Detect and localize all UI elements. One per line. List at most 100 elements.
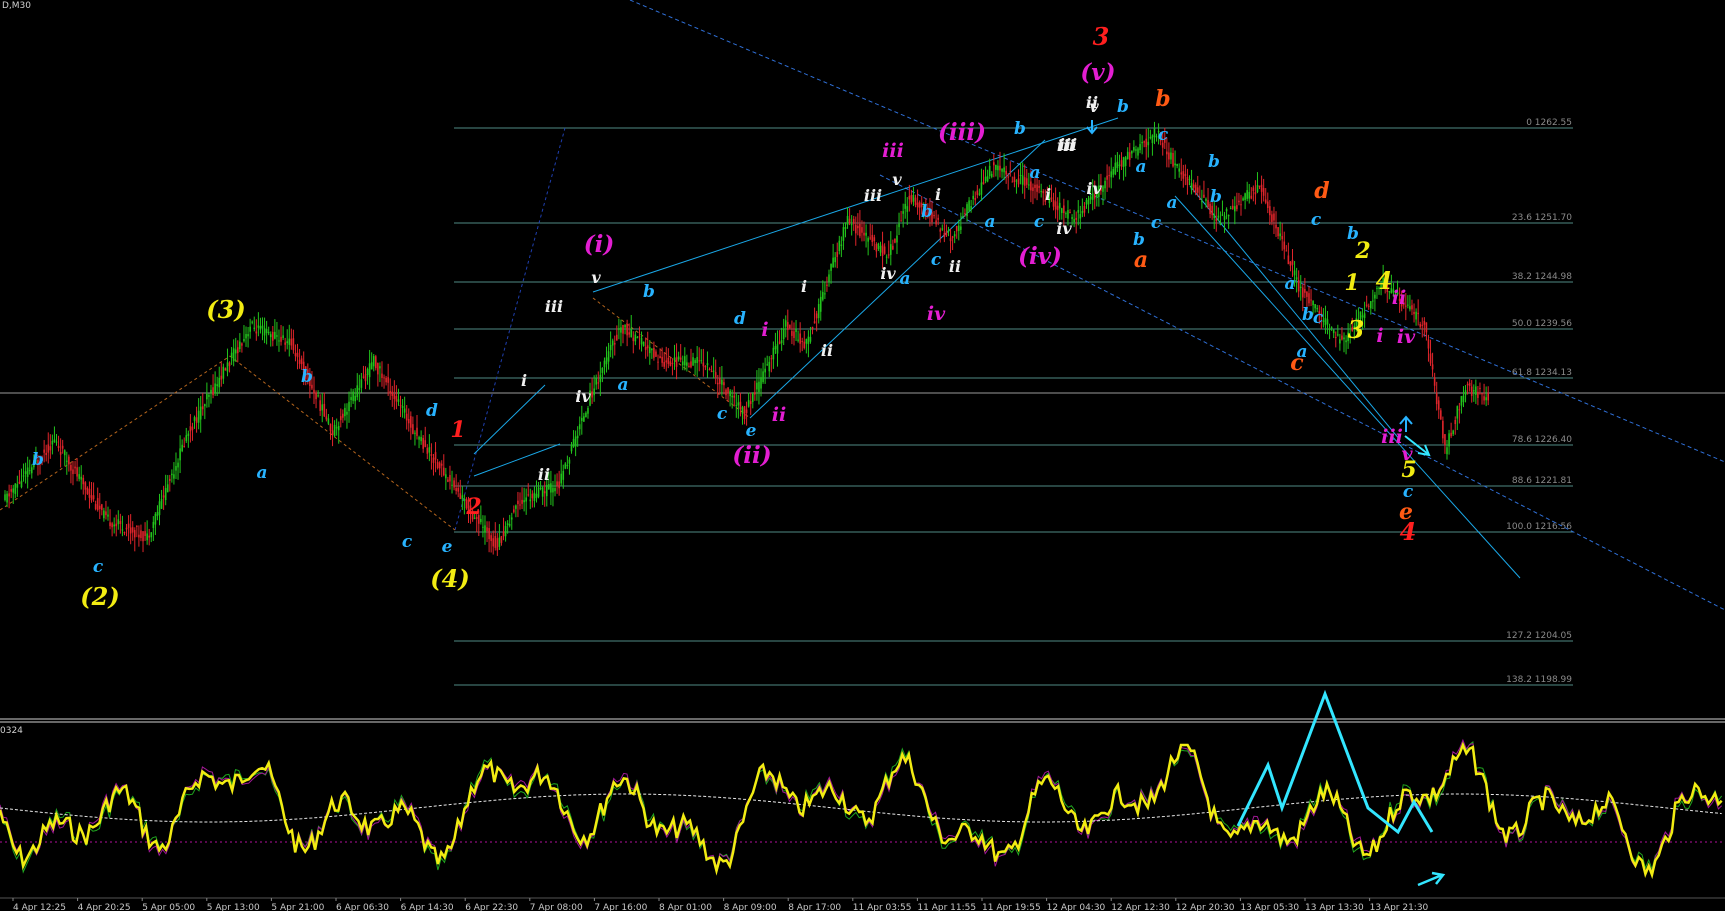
candle-body (1231, 205, 1234, 209)
wave-label: i (761, 319, 768, 341)
candle-body (1075, 217, 1077, 220)
candle-body (1450, 432, 1452, 437)
candle-body (391, 391, 394, 397)
candle-body (1040, 191, 1042, 193)
candle-body (560, 473, 562, 484)
candle-body (1460, 396, 1463, 406)
wave-label: 3 (1348, 315, 1365, 344)
candle-body (1448, 433, 1450, 447)
candle-body (957, 225, 960, 231)
candle-body (566, 464, 569, 467)
candle-body (490, 535, 492, 542)
fib-level-label: 61.8 1234.13 (1512, 368, 1572, 378)
candle-body (364, 374, 367, 382)
candle-body (688, 365, 690, 367)
indicator-label: 0324 (0, 726, 23, 736)
candle-body (1015, 180, 1018, 182)
candle-body (379, 366, 381, 369)
candle-body (372, 356, 375, 367)
candle-body (1256, 185, 1259, 193)
candle-body (1287, 255, 1290, 265)
candle-body (968, 200, 970, 211)
candle-body (1324, 318, 1327, 326)
candle-body (344, 407, 346, 417)
candle-body (199, 406, 202, 420)
candle-body (1423, 320, 1426, 325)
wave-label: d (426, 401, 438, 421)
candle-body (758, 381, 760, 393)
candle-body (1339, 339, 1341, 344)
candle-body (171, 473, 173, 476)
candle-body (1186, 176, 1189, 185)
candle-body (539, 487, 542, 489)
candle-body (127, 523, 130, 528)
candle-body (241, 343, 243, 346)
candle-body (96, 498, 99, 510)
candle-body (719, 378, 721, 385)
wave-label: iii (882, 140, 904, 162)
candle-body (828, 274, 830, 282)
candle-body (877, 243, 880, 249)
fib-level-label: 127.2 1204.05 (1506, 631, 1572, 641)
candle-body (461, 495, 464, 499)
candle-body (337, 425, 340, 431)
time-axis-label: 11 Apr 11:55 (917, 903, 976, 911)
candle-body (1168, 152, 1170, 160)
candle-body (698, 360, 701, 362)
wave-label: d (734, 309, 746, 329)
candle-body (599, 374, 602, 383)
wave-label: c (1034, 212, 1045, 232)
candle-body (1108, 175, 1110, 177)
candle-body (1149, 137, 1152, 139)
candle-body (131, 527, 134, 533)
candle-body (548, 484, 550, 490)
candle-body (747, 400, 750, 407)
candle-body (366, 368, 369, 375)
candle-body (422, 438, 424, 449)
candle-body (1180, 172, 1183, 175)
time-axis-label: 5 Apr 05:00 (142, 903, 195, 911)
candle-body (603, 360, 606, 368)
candle-body (583, 416, 585, 422)
candle-body (74, 466, 76, 469)
candle-body (329, 423, 332, 431)
wave-label: (4) (430, 564, 469, 593)
candle-body (265, 329, 268, 334)
candle-body (673, 357, 676, 361)
candle-body (1248, 191, 1251, 199)
candle-body (681, 361, 684, 366)
candle-body (1213, 214, 1216, 219)
candle-body (449, 475, 451, 482)
candle-body (898, 223, 900, 228)
candle-body (910, 194, 913, 203)
candle-body (809, 336, 812, 342)
candle-body (875, 243, 878, 252)
candle-body (385, 377, 387, 383)
time-axis-label: 13 Apr 05:30 (1240, 903, 1299, 911)
candle-body (840, 244, 843, 246)
candle-body (492, 538, 495, 547)
candle-body (98, 505, 101, 509)
candle-body (1170, 152, 1172, 160)
candle-body (375, 356, 377, 369)
candle-body (716, 382, 719, 385)
candle-body (873, 237, 876, 242)
candle-body (1487, 393, 1489, 401)
candle-body (333, 424, 336, 437)
candle-body (80, 476, 83, 480)
candle-body (109, 522, 111, 527)
candle-body (445, 474, 447, 479)
candle-body (1337, 334, 1339, 336)
candle-body (782, 328, 785, 340)
candle-body (1258, 185, 1261, 187)
candle-body (955, 225, 958, 232)
candle-body (622, 324, 624, 334)
candle-body (405, 413, 408, 421)
candle-body (169, 478, 171, 481)
candle-body (142, 531, 144, 542)
candle-body (1458, 409, 1461, 411)
candle-body (321, 404, 324, 411)
candle-body (300, 358, 303, 365)
candle-body (1279, 233, 1281, 237)
candle-body (243, 338, 245, 342)
